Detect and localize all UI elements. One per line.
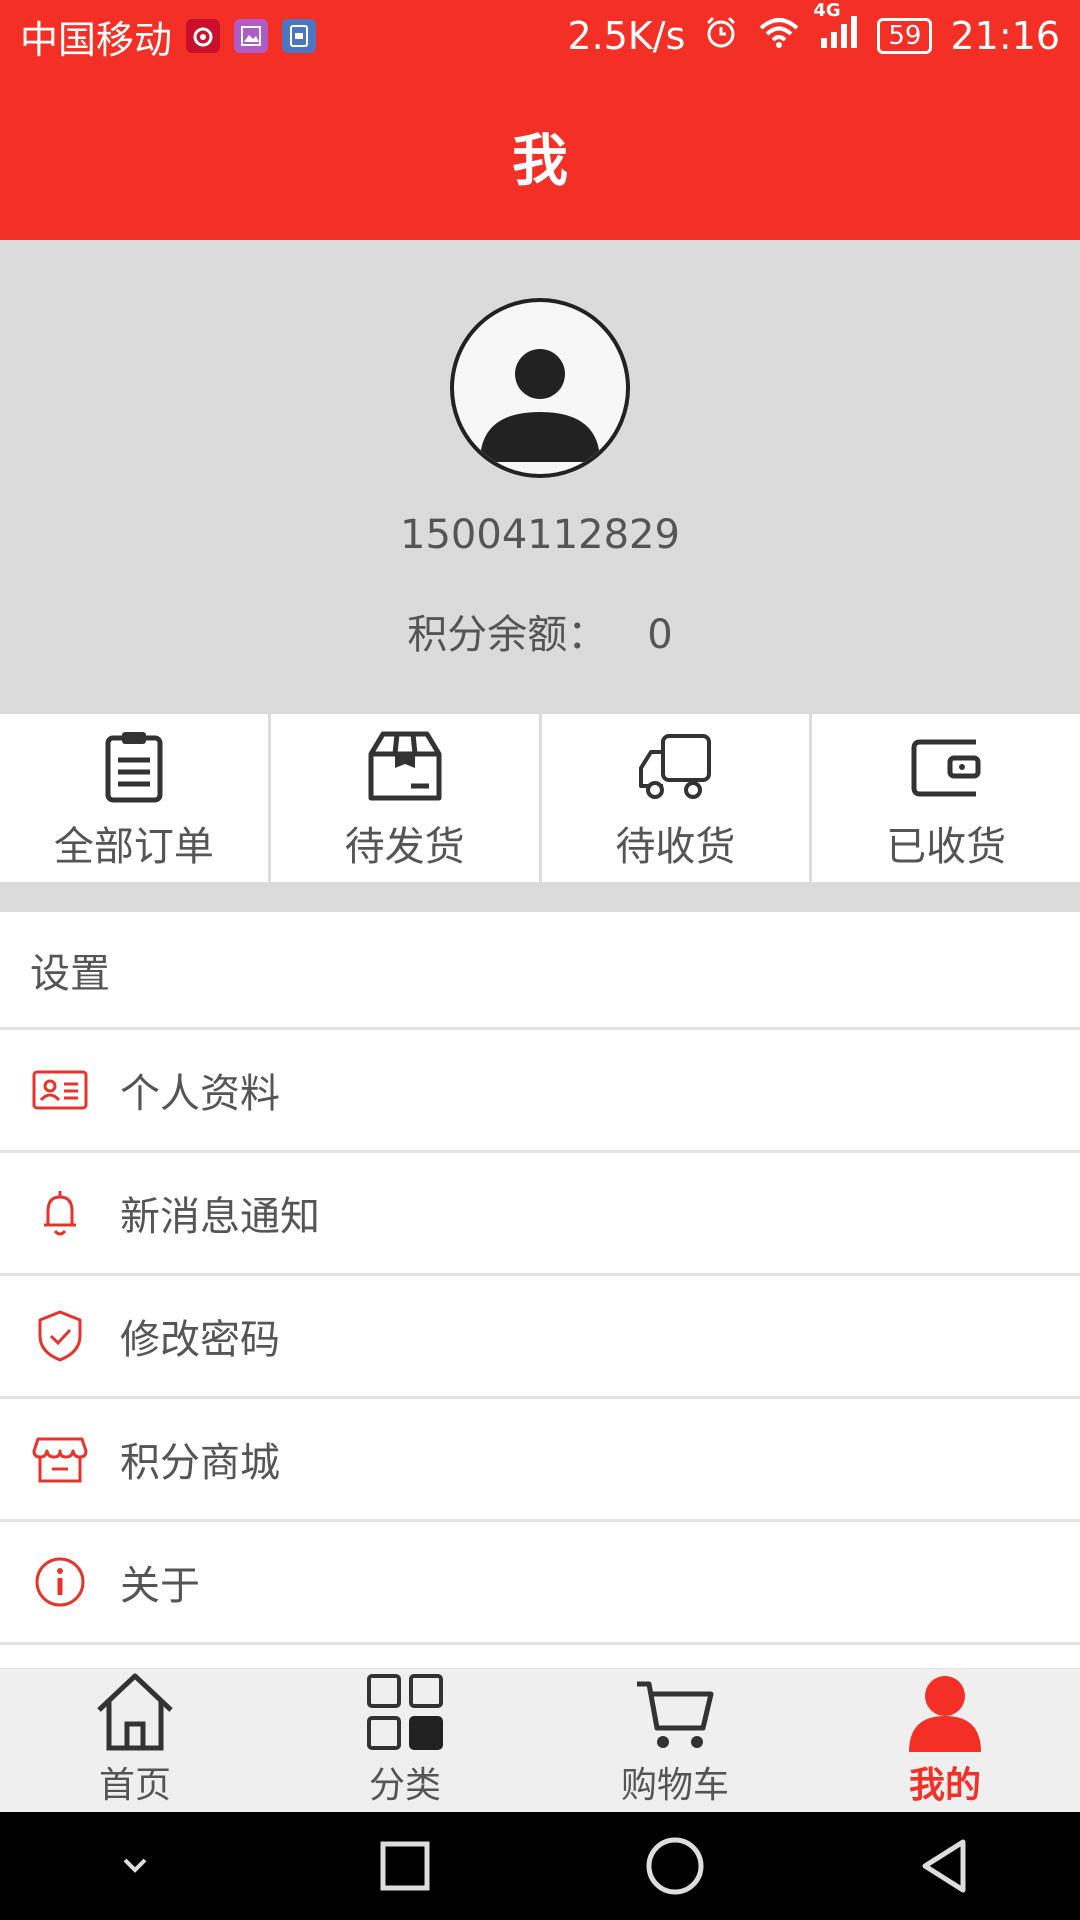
home-button[interactable] (635, 1826, 715, 1906)
weibo-notification-icon (186, 19, 221, 53)
gallery-notification-icon (234, 19, 269, 53)
menu-item-about[interactable]: 关于 (0, 1522, 1080, 1645)
settings-menu: 设置 个人资料 新消息通知 修改密码 积分商城 关于 (0, 912, 1080, 1645)
recents-button[interactable] (365, 1826, 445, 1906)
user-icon (909, 1676, 981, 1752)
order-received-button[interactable]: 已收货 (812, 714, 1080, 882)
order-pending-receipt-label: 待收货 (615, 824, 736, 870)
nav-mine[interactable]: 我的 (810, 1669, 1080, 1812)
collapse-button[interactable] (95, 1826, 175, 1906)
order-pending-shipment-button[interactable]: 待发货 (271, 714, 542, 882)
store-icon (32, 1437, 88, 1483)
menu-item-change-password[interactable]: 修改密码 (0, 1276, 1080, 1399)
square-icon (380, 1841, 430, 1891)
nav-label-mine: 我的 (908, 1765, 981, 1806)
circle-icon (646, 1837, 704, 1895)
nav-label-home: 首页 (98, 1765, 171, 1806)
order-received-label: 已收货 (886, 824, 1007, 870)
menu-label-notifications: 新消息通知 (120, 1194, 320, 1240)
cart-icon (637, 1681, 714, 1748)
id-card-icon (32, 1070, 88, 1110)
package-icon (368, 731, 442, 801)
avatar[interactable] (450, 298, 630, 478)
nav-label-cart: 购物车 (620, 1765, 729, 1806)
nav-label-category: 分类 (368, 1765, 441, 1806)
order-all-label: 全部订单 (53, 824, 214, 870)
order-pending-receipt-button[interactable]: 待收货 (542, 714, 813, 882)
menu-label-points-mall: 积分商城 (120, 1440, 280, 1486)
settings-header: 设置 (0, 912, 1080, 1030)
info-icon (35, 1557, 85, 1607)
grid-icon (367, 1674, 443, 1750)
nav-category[interactable]: 分类 (270, 1669, 540, 1812)
profile-header: 15004112829 积分余额： 0 (0, 240, 1080, 714)
battery-indicator: 59 (877, 18, 933, 54)
system-nav-bar (0, 1812, 1080, 1920)
signal-icon: 4G (813, 0, 859, 59)
page-title: 我 (512, 128, 568, 194)
alarm-icon (703, 14, 739, 59)
truck-icon (639, 734, 712, 799)
menu-label-about: 关于 (120, 1563, 200, 1609)
nav-cart[interactable]: 购物车 (540, 1669, 810, 1812)
points-value: 0 (647, 612, 673, 658)
bottom-nav: 首页 分类 购物车 我的 (0, 1668, 1080, 1812)
menu-item-points-mall[interactable]: 积分商城 (0, 1399, 1080, 1522)
wifi-icon (757, 14, 801, 59)
app-bar: 我 (0, 72, 1080, 240)
points-balance: 积分余额： 0 (0, 602, 1080, 660)
menu-label-change-password: 修改密码 (120, 1317, 280, 1363)
clipboard-icon (105, 732, 163, 803)
back-button[interactable] (905, 1826, 985, 1906)
sim-notification-icon (282, 19, 317, 53)
clock: 21:16 (950, 14, 1060, 58)
menu-item-profile[interactable]: 个人资料 (0, 1030, 1080, 1153)
chevron-down-icon (123, 1858, 147, 1873)
phone-number: 15004112829 (400, 512, 680, 558)
bell-icon (44, 1191, 76, 1236)
menu-item-notifications[interactable]: 新消息通知 (0, 1153, 1080, 1276)
order-shortcuts: 全部订单 待发货 待收货 已收货 (0, 714, 1080, 882)
shield-check-icon (38, 1310, 82, 1362)
section-divider (0, 882, 1080, 912)
network-type: 4G (813, 0, 841, 21)
nav-home[interactable]: 首页 (0, 1669, 270, 1812)
order-all-button[interactable]: 全部订单 (0, 714, 271, 882)
status-bar: 中国移动 2.5K/s 4G 59 21:16 (0, 0, 1080, 72)
menu-label-profile: 个人资料 (120, 1071, 280, 1117)
wallet-icon (911, 739, 981, 797)
order-pending-shipment-label: 待发货 (344, 824, 465, 870)
network-speed: 2.5K/s (567, 14, 686, 58)
carrier-name: 中国移动 (20, 17, 173, 62)
back-triangle-icon (922, 1839, 966, 1893)
home-icon (97, 1673, 173, 1751)
points-label: 积分余额： (407, 612, 608, 658)
